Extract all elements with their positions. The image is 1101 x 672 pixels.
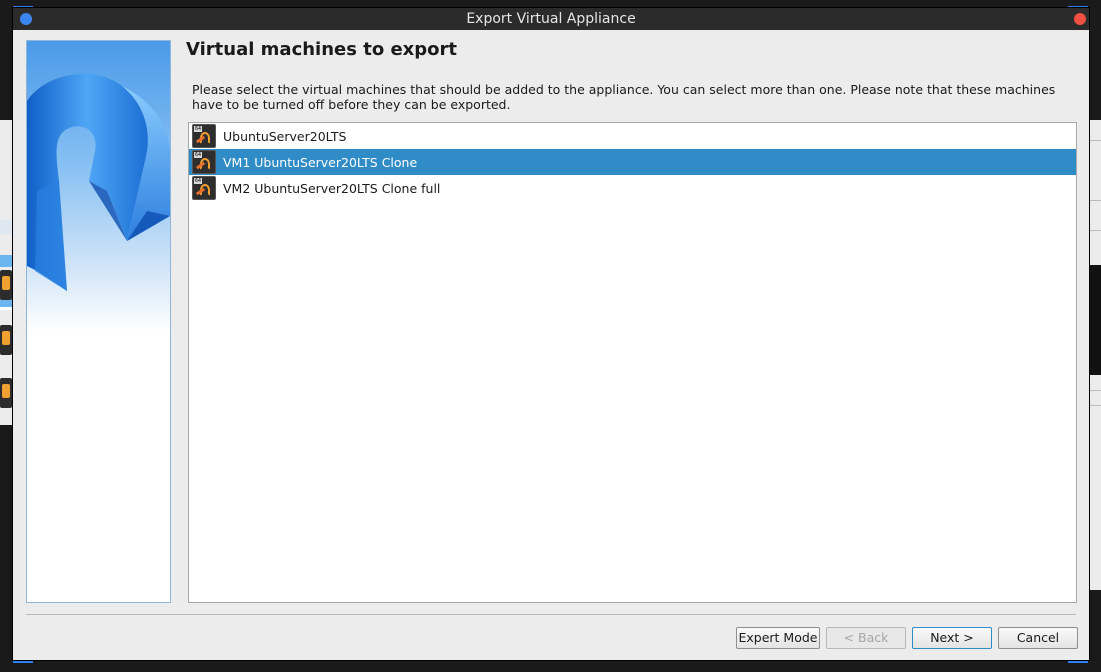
next-button[interactable]: Next >: [912, 627, 992, 649]
vm-name: VM1 UbuntuServer20LTS Clone: [223, 154, 418, 170]
page-title: Virtual machines to export: [186, 39, 458, 60]
window-title: Export Virtual Appliance: [466, 11, 636, 27]
back-button[interactable]: < Back: [826, 627, 906, 649]
ubuntu-vm-icon: 64: [192, 124, 216, 148]
window-corner-accent: [13, 660, 33, 663]
wizard-watermark-image: [26, 40, 171, 603]
vm-name: VM2 UbuntuServer20LTS Clone full: [223, 180, 441, 196]
export-arrow-icon: [27, 74, 170, 291]
vm-list-item-vm1-clone[interactable]: 64 VM1 UbuntuServer20LTS Clone: [189, 149, 1076, 175]
close-icon[interactable]: [1074, 13, 1086, 25]
background-window-left: [0, 120, 14, 425]
page-description: Please select the virtual machines that …: [192, 82, 1056, 112]
export-appliance-dialog: Export Virtual Appliance Virtual machine…: [13, 8, 1089, 660]
footer-separator: [26, 614, 1076, 615]
vm-list[interactable]: 64 UbuntuServer20LTS 64 VM1 UbuntuServer…: [188, 122, 1077, 603]
window-menu-icon[interactable]: [20, 13, 32, 25]
expert-mode-button[interactable]: Expert Mode: [736, 627, 820, 649]
vm-name: UbuntuServer20LTS: [223, 128, 347, 144]
vm-list-item-vm2-clone-full[interactable]: 64 VM2 UbuntuServer20LTS Clone full: [189, 175, 1076, 201]
ubuntu-vm-icon: 64: [192, 176, 216, 200]
background-window-right: [1089, 120, 1101, 590]
vm-list-item-ubuntuserver20lts[interactable]: 64 UbuntuServer20LTS: [189, 123, 1076, 149]
title-bar[interactable]: Export Virtual Appliance: [13, 8, 1089, 30]
cancel-button[interactable]: Cancel: [998, 627, 1078, 649]
ubuntu-vm-icon: 64: [192, 150, 216, 174]
